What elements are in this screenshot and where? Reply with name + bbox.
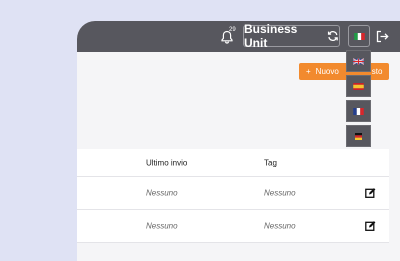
column-header-last-sent[interactable]: Ultimo invio [146, 158, 187, 167]
italy-flag-icon [353, 32, 365, 40]
table-row[interactable]: Nessuno Nessuno [77, 210, 389, 243]
logout-icon[interactable] [376, 30, 389, 43]
cell-last-sent: Nessuno [146, 221, 178, 231]
language-option-en[interactable] [346, 50, 371, 72]
refresh-icon [328, 31, 339, 41]
new-button-label: Nuovo [315, 67, 339, 76]
plus-icon: + [306, 67, 311, 76]
language-option-de[interactable] [346, 125, 371, 147]
language-dropdown [346, 50, 371, 150]
france-flag-icon [353, 107, 364, 115]
edit-icon[interactable] [365, 221, 376, 232]
spain-flag-icon [353, 82, 364, 90]
notification-count: 29 [229, 27, 236, 33]
data-table: Ultimo invio Tag Nessuno Nessuno Nessuno… [77, 149, 389, 243]
new-button[interactable]: + Nuovo sto [299, 63, 389, 80]
language-selector[interactable] [348, 25, 370, 47]
uk-flag-icon [353, 57, 364, 65]
language-option-fr[interactable] [346, 100, 371, 122]
edit-icon[interactable] [365, 188, 376, 199]
top-bar: 29 Business Unit [77, 21, 400, 52]
column-header-tag[interactable]: Tag [264, 158, 277, 167]
new-button-label-suffix: sto [371, 67, 383, 76]
germany-flag-icon [355, 132, 362, 140]
table-header: Ultimo invio Tag [77, 149, 389, 177]
cell-tag: Nessuno [264, 221, 296, 231]
business-unit-label: Business Unit [244, 22, 298, 50]
business-unit-button[interactable]: Business Unit [243, 22, 340, 50]
language-option-es[interactable] [346, 75, 371, 97]
table-row[interactable]: Nessuno Nessuno [77, 177, 389, 210]
cell-last-sent: Nessuno [146, 188, 178, 198]
cell-tag: Nessuno [264, 188, 296, 198]
